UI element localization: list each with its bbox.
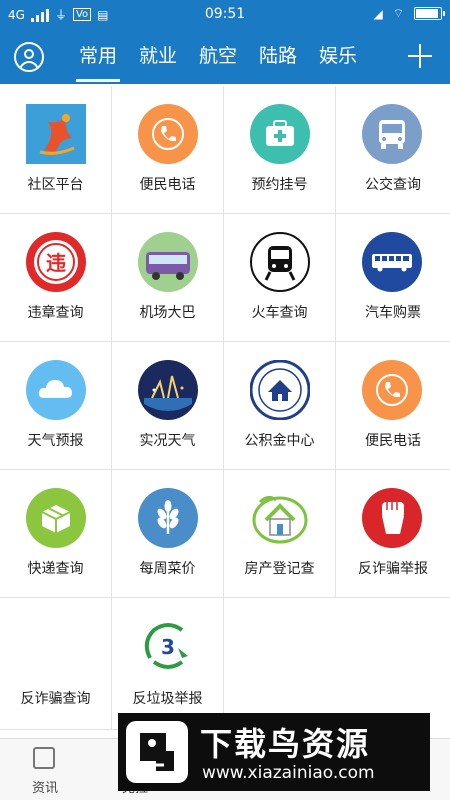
airport-bus-icon: [138, 232, 198, 292]
nav-label: 资讯: [31, 781, 58, 796]
nav-news[interactable]: 资讯: [0, 739, 90, 800]
phone-icon: [362, 360, 422, 420]
grid-item-phone[interactable]: 便民电话: [112, 86, 224, 214]
grid-item-label: 火车查询: [251, 305, 308, 321]
tab-lulu[interactable]: 陆路: [248, 30, 308, 84]
grid-item-community[interactable]: 社区平台: [0, 86, 112, 214]
service-grid: 社区平台 便民电话 预约挂号 公交查询 违 违章查询 机场大巴 火车查询 汽车购…: [0, 86, 450, 730]
wifi-icon: ⌔: [392, 6, 404, 20]
news-icon: [33, 747, 55, 769]
bird-logo-icon: [126, 721, 188, 783]
train-icon: [250, 232, 310, 292]
coach-icon: [362, 232, 422, 292]
grid-item-label: 快递查询: [27, 561, 84, 577]
mute-icon: ◢: [373, 6, 383, 21]
grid-item-anti-fraud-query[interactable]: 反诈骗查询: [0, 598, 112, 730]
grid-item-airport-bus[interactable]: 机场大巴: [112, 214, 224, 342]
grid-item-train[interactable]: 火车查询: [224, 214, 336, 342]
user-icon[interactable]: [14, 42, 44, 72]
live-weather-icon: [138, 360, 198, 420]
grid-item-appointment[interactable]: 预约挂号: [224, 86, 336, 214]
watermark-url: www.xiazainiao.com: [202, 763, 375, 783]
package-icon: [26, 488, 86, 548]
grid-item-label: 公交查询: [365, 177, 421, 193]
grid-item-phone-2[interactable]: 便民电话: [336, 342, 450, 470]
phone-icon: [138, 104, 198, 164]
anti-spam-icon: 3: [144, 623, 188, 669]
wheat-icon: [138, 488, 198, 548]
grid-item-label: 反垃圾举报: [132, 691, 203, 707]
grid-item-label: 便民电话: [365, 433, 421, 449]
grid-item-label: 机场大巴: [139, 305, 196, 321]
grid-item-label: 实况天气: [139, 433, 196, 449]
grid-item-label: 违章查询: [27, 305, 84, 321]
status-right: ◢ ⌔: [373, 6, 445, 21]
battery-icon: [414, 7, 445, 20]
cloud-icon: [26, 360, 86, 420]
svg-text:违: 违: [46, 251, 66, 275]
grid-item-label: 反诈骗查询: [20, 691, 91, 707]
grid-item-vegetable-price[interactable]: 每周菜价: [112, 470, 224, 598]
category-tabs: 常用 就业 航空 陆路 娱乐: [68, 30, 368, 84]
status-bar: 4G ⏚ Vo ▤ 09:51 ◢ ⌔: [0, 0, 450, 30]
medical-kit-icon: [250, 104, 310, 164]
grid-item-label: 公积金中心: [244, 433, 315, 449]
plus-icon[interactable]: [408, 44, 432, 68]
tab-jiuye[interactable]: 就业: [128, 30, 188, 84]
grid-item-label: 天气预报: [27, 433, 84, 449]
grid-item-live-weather[interactable]: 实况天气: [112, 342, 224, 470]
grid-item-label: 汽车购票: [365, 305, 421, 321]
grid-item-label: 社区平台: [27, 177, 84, 193]
tab-changyong[interactable]: 常用: [68, 30, 128, 84]
violation-icon: 违: [26, 232, 86, 292]
grid-item-weather[interactable]: 天气预报: [0, 342, 112, 470]
fist-icon: [362, 488, 422, 548]
grid-item-label: 便民电话: [139, 177, 196, 193]
housing-fund-icon: [250, 360, 310, 420]
bus-icon: [362, 104, 422, 164]
grid-item-label: 房产登记查: [244, 561, 315, 577]
grid-item-label: 预约挂号: [251, 177, 308, 193]
grid-item-anti-fraud-report[interactable]: 反诈骗举报: [336, 470, 450, 598]
grid-item-coach[interactable]: 汽车购票: [336, 214, 450, 342]
watermark: 下载鸟资源 www.xiazainiao.com: [118, 713, 430, 791]
tab-hangkong[interactable]: 航空: [188, 30, 248, 84]
community-platform-icon: [26, 104, 86, 164]
tab-yule[interactable]: 娱乐: [308, 30, 368, 84]
watermark-title: 下载鸟资源: [200, 725, 371, 763]
top-nav: 常用 就业 航空 陆路 娱乐: [0, 30, 450, 84]
grid-item-express[interactable]: 快递查询: [0, 470, 112, 598]
grid-item-violation[interactable]: 违 违章查询: [0, 214, 112, 342]
grid-item-label: 反诈骗举报: [358, 561, 428, 577]
grid-item-label: 每周菜价: [139, 561, 196, 577]
grid-item-property[interactable]: 房产登记查: [224, 470, 336, 598]
svg-text:3: 3: [161, 635, 175, 659]
grid-item-bus[interactable]: 公交查询: [336, 86, 450, 214]
grid-item-anti-spam[interactable]: 3 反垃圾举报: [112, 598, 224, 730]
grid-item-housing-fund[interactable]: 公积金中心: [224, 342, 336, 470]
house-icon: [252, 495, 308, 544]
